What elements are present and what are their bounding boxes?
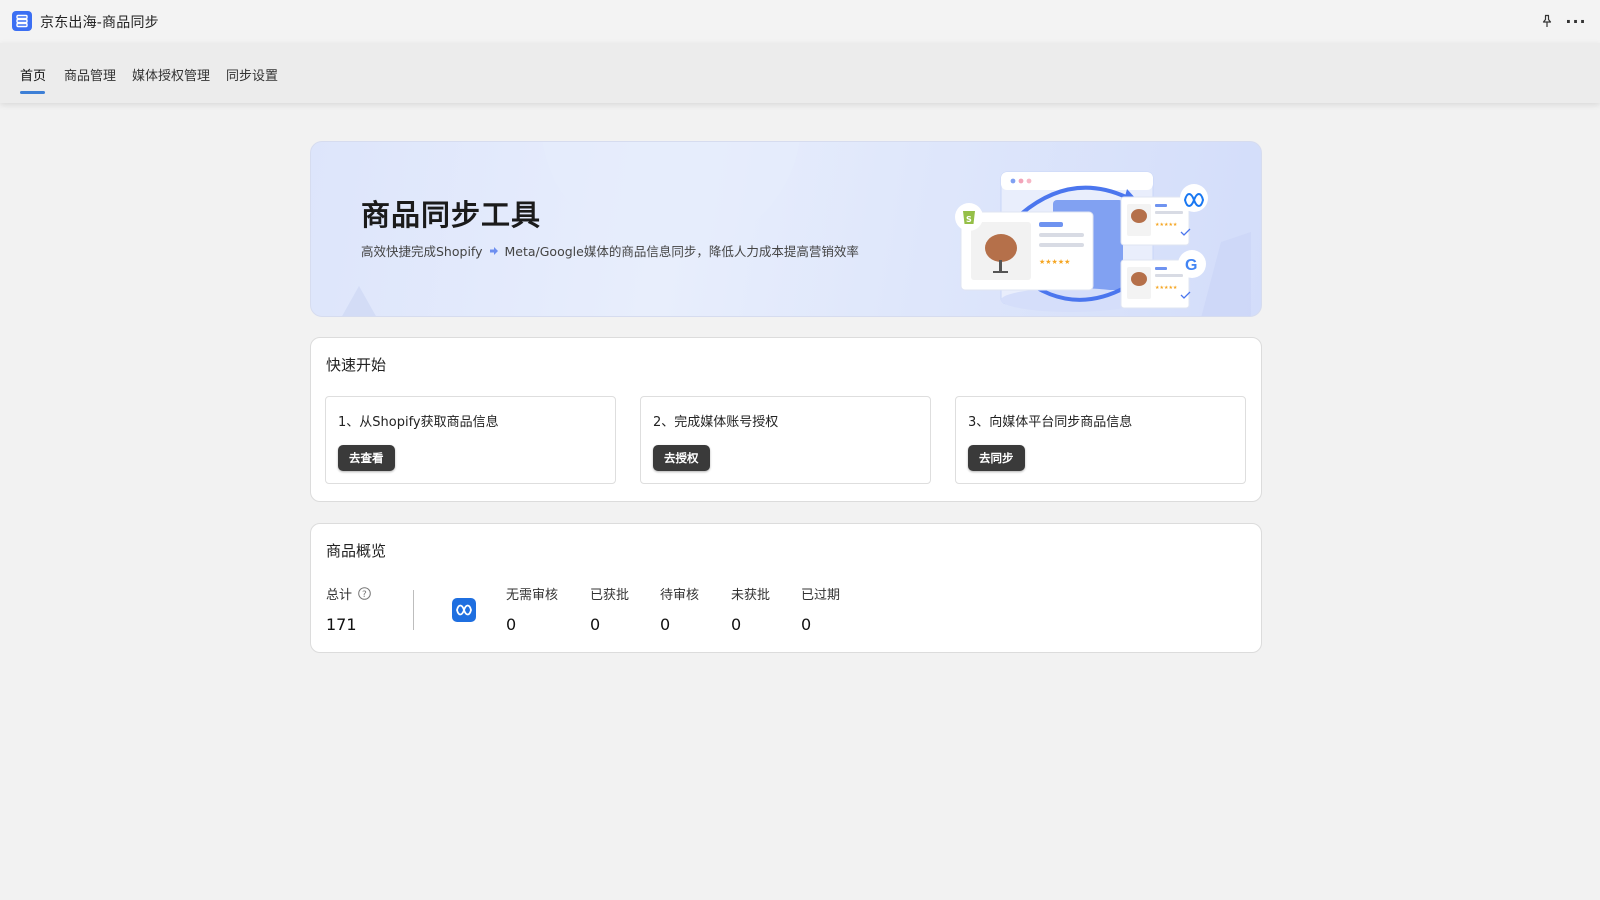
authorize-button[interactable]: 去授权 [653,445,710,471]
sync-button[interactable]: 去同步 [968,445,1025,471]
svg-text:★★★★★: ★★★★★ [1039,258,1070,266]
banner-subtitle-end: Meta/Google媒体的商品信息同步，降低人力成本提高营销效率 [504,244,859,259]
svg-text:?: ? [362,590,367,600]
stat-label-no-review: 无需审核 [506,588,559,603]
hero-banner: 商品同步工具 高效快捷完成Shopify Meta/Google媒体的商品信息同… [310,141,1262,317]
tab-media-authorization[interactable]: 媒体授权管理 [132,65,210,84]
svg-text:S: S [966,215,972,224]
quick-start-card: 快速开始 1、从Shopify获取商品信息 去查看 2、完成媒体账号授权 去授权… [310,337,1262,502]
total-value: 171 [326,615,357,634]
banner-subtitle: 高效快捷完成Shopify Meta/Google媒体的商品信息同步，降低人力成… [361,241,859,260]
tab-sync-settings[interactable]: 同步设置 [226,65,278,84]
overview-divider [413,590,414,630]
arrow-right-icon [489,246,498,255]
stat-label-pending: 待审核 [660,588,700,603]
stat-label-expired: 已过期 [801,588,841,603]
step-text-3: 3、向媒体平台同步商品信息 [968,415,1133,430]
stat-label-approved: 已获批 [590,588,630,603]
svg-text:★★★★★: ★★★★★ [1155,222,1178,228]
total-label-group: 总计 ? [326,584,371,603]
sync-illustration: ★★★★★ S ★★★★★ ★★★★★ G [955,171,1208,312]
title-bar: 京东出海-商品同步 ··· [0,0,1600,43]
more-options-icon[interactable]: ··· [1565,10,1587,32]
view-products-button[interactable]: 去查看 [338,445,395,471]
product-overview-card: 商品概览 总计 ? 171 无需审核 0 已获批 0 待审核 0 未获批 0 已… [310,523,1262,653]
step-card-1: 1、从Shopify获取商品信息 去查看 [325,396,616,484]
banner-subtitle-start: 高效快捷完成Shopify [361,244,483,259]
active-tab-indicator [20,91,45,94]
step-text-1: 1、从Shopify获取商品信息 [338,415,499,430]
meta-icon [452,598,476,622]
stat-value-expired: 0 [801,615,812,634]
stat-value-approved: 0 [590,615,601,634]
step-text-2: 2、完成媒体账号授权 [653,415,779,430]
banner-title: 商品同步工具 [361,198,542,232]
total-label: 总计 [326,588,353,603]
svg-text:★★★★★: ★★★★★ [1155,285,1178,291]
stat-label-rejected: 未获批 [731,588,771,603]
help-icon[interactable]: ? [358,587,371,600]
stat-value-rejected: 0 [731,615,742,634]
step-card-3: 3、向媒体平台同步商品信息 去同步 [955,396,1246,484]
stat-value-no-review: 0 [506,615,517,634]
svg-text:G: G [1185,257,1197,274]
app-logo-icon [12,11,32,31]
tab-home[interactable]: 首页 [20,65,46,84]
app-title: 京东出海-商品同步 [40,15,159,31]
pin-icon[interactable] [1536,10,1558,32]
stat-value-pending: 0 [660,615,671,634]
quick-start-title: 快速开始 [326,356,387,374]
overview-title: 商品概览 [326,542,387,560]
step-card-2: 2、完成媒体账号授权 去授权 [640,396,931,484]
tab-product-management[interactable]: 商品管理 [64,65,116,84]
nav-bar: 首页 商品管理 媒体授权管理 同步设置 [0,43,1600,103]
